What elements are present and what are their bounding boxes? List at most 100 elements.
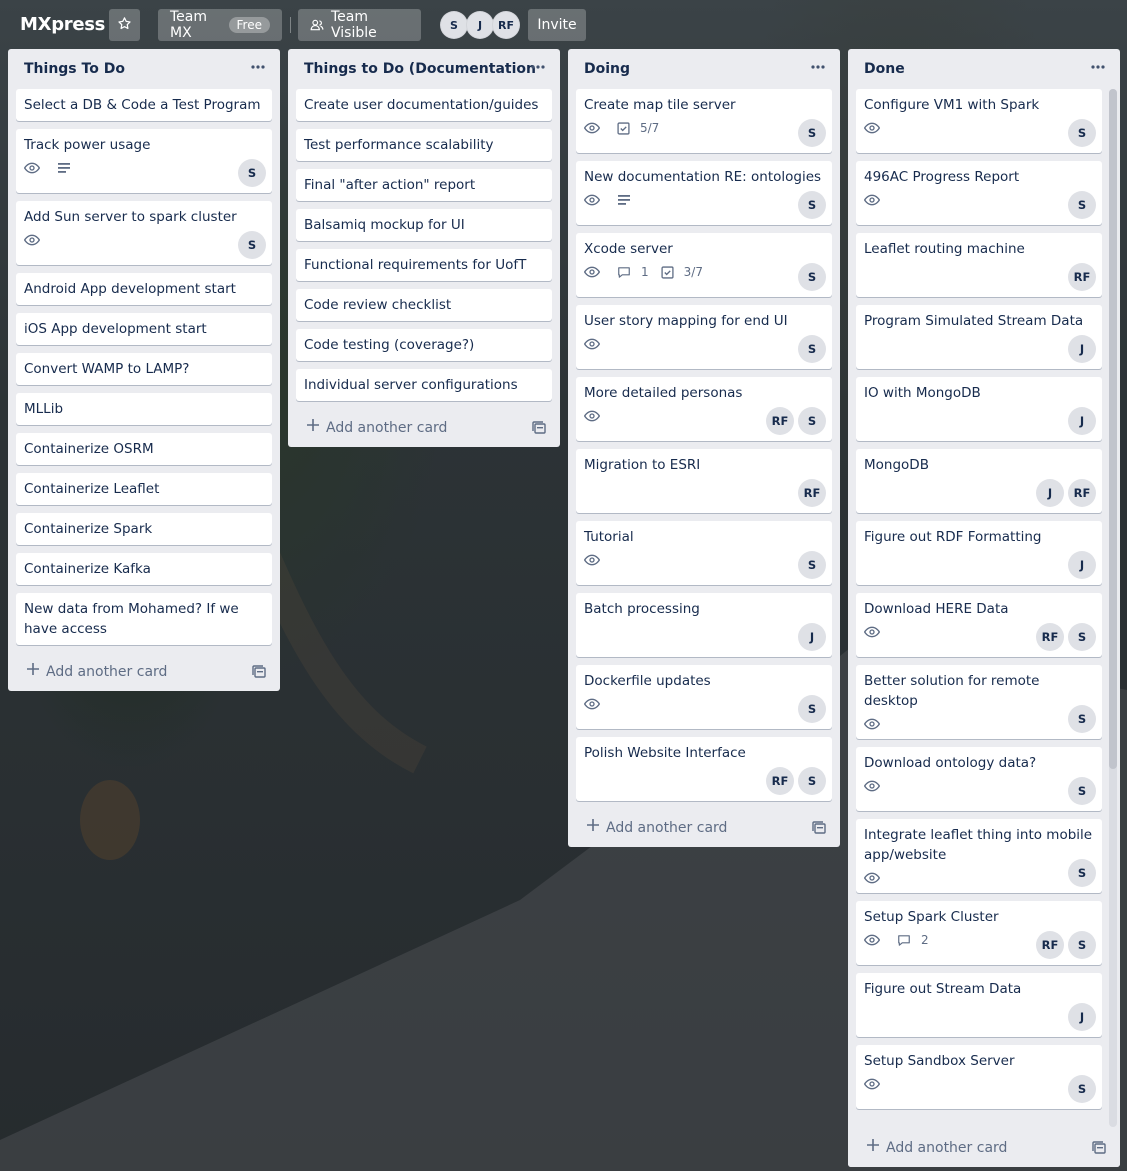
card[interactable]: New documentation RE: ontologies S bbox=[576, 161, 832, 225]
member-avatar[interactable]: S bbox=[1068, 1075, 1096, 1103]
card[interactable]: Configure VM1 with Spark S bbox=[856, 89, 1102, 153]
card[interactable]: Better solution for remote desktop S bbox=[856, 665, 1102, 739]
card[interactable]: Setup Spark Cluster 2 RF S bbox=[856, 901, 1102, 965]
card[interactable]: Containerize Leaflet bbox=[16, 473, 272, 505]
card[interactable]: Setup Sandbox Server S bbox=[856, 1045, 1102, 1109]
list-title[interactable]: Things to Do (Documentation bbox=[304, 61, 536, 77]
card[interactable]: Batch processing J bbox=[576, 593, 832, 657]
list-menu-icon[interactable] bbox=[1088, 57, 1108, 77]
member-avatar[interactable]: S bbox=[798, 263, 826, 291]
list-scrollbar[interactable] bbox=[1109, 89, 1117, 1127]
card[interactable]: Migration to ESRI RF bbox=[576, 449, 832, 513]
member-avatar[interactable]: S bbox=[798, 695, 826, 723]
member-avatar[interactable]: S bbox=[1068, 119, 1096, 147]
card[interactable]: Final "after action" report bbox=[296, 169, 552, 201]
member-avatar[interactable]: RF bbox=[1068, 263, 1096, 291]
card[interactable]: Android App development start bbox=[16, 273, 272, 305]
add-card-button[interactable]: Add another card bbox=[8, 653, 280, 691]
card[interactable]: Polish Website Interface RF S bbox=[576, 737, 832, 801]
card[interactable]: Track power usage S bbox=[16, 129, 272, 193]
member-avatar[interactable]: S bbox=[798, 407, 826, 435]
member-avatar[interactable]: J bbox=[1068, 551, 1096, 579]
member-avatar[interactable]: S bbox=[1068, 191, 1096, 219]
member-avatar[interactable]: RF bbox=[492, 11, 520, 39]
list-scroll-thumb[interactable] bbox=[1109, 89, 1117, 769]
card[interactable]: Integrate leaflet thing into mobile app/… bbox=[856, 819, 1102, 893]
add-card-button[interactable]: Add another card bbox=[288, 409, 560, 447]
card[interactable]: Convert WAMP to LAMP? bbox=[16, 353, 272, 385]
card[interactable]: Functional requirements for UofT bbox=[296, 249, 552, 281]
card[interactable]: Code testing (coverage?) bbox=[296, 329, 552, 361]
member-avatar[interactable]: S bbox=[1068, 705, 1096, 733]
list-header[interactable]: Things To Do bbox=[8, 49, 280, 89]
member-avatar[interactable]: RF bbox=[766, 407, 794, 435]
member-avatar[interactable]: J bbox=[1036, 479, 1064, 507]
member-avatar[interactable]: RF bbox=[766, 767, 794, 795]
member-avatar[interactable]: RF bbox=[798, 479, 826, 507]
member-avatar[interactable]: S bbox=[798, 335, 826, 363]
star-board-button[interactable] bbox=[109, 9, 140, 41]
card[interactable]: Dockerfile updates S bbox=[576, 665, 832, 729]
member-avatar[interactable]: S bbox=[798, 191, 826, 219]
card[interactable]: Code review checklist bbox=[296, 289, 552, 321]
card[interactable]: More detailed personas RF S bbox=[576, 377, 832, 441]
member-avatar[interactable]: S bbox=[798, 119, 826, 147]
card[interactable]: MongoDB J RF bbox=[856, 449, 1102, 513]
card-template-icon[interactable] bbox=[532, 421, 546, 438]
member-avatar[interactable]: J bbox=[1068, 1003, 1096, 1031]
list-title[interactable]: Done bbox=[864, 61, 905, 77]
list-menu-icon[interactable] bbox=[528, 57, 548, 77]
team-button[interactable]: Team MX Free bbox=[158, 9, 282, 41]
member-avatar[interactable]: J bbox=[1068, 335, 1096, 363]
member-avatar[interactable]: S bbox=[798, 551, 826, 579]
member-avatar[interactable]: S bbox=[1068, 623, 1096, 651]
member-avatar[interactable]: S bbox=[238, 231, 266, 259]
visibility-button[interactable]: Team Visible bbox=[298, 9, 421, 41]
add-card-button[interactable]: Add another card bbox=[568, 809, 840, 847]
member-avatar[interactable]: S bbox=[1068, 859, 1096, 887]
member-avatar[interactable]: S bbox=[238, 159, 266, 187]
list-menu-icon[interactable] bbox=[808, 57, 828, 77]
member-avatar[interactable]: RF bbox=[1036, 931, 1064, 959]
card[interactable]: IO with MongoDB J bbox=[856, 377, 1102, 441]
member-avatar[interactable]: RF bbox=[1068, 479, 1096, 507]
card[interactable]: Xcode server 1 3/7 S bbox=[576, 233, 832, 297]
card[interactable]: Tutorial S bbox=[576, 521, 832, 585]
card-template-icon[interactable] bbox=[812, 821, 826, 838]
member-avatar[interactable]: J bbox=[798, 623, 826, 651]
card[interactable]: Select a DB & Code a Test Program bbox=[16, 89, 272, 121]
card-template-icon[interactable] bbox=[252, 665, 266, 682]
card[interactable]: Balsamiq mockup for UI bbox=[296, 209, 552, 241]
card[interactable]: Figure out Stream Data J bbox=[856, 973, 1102, 1037]
card[interactable]: Containerize Kafka bbox=[16, 553, 272, 585]
card[interactable]: Add Sun server to spark cluster S bbox=[16, 201, 272, 265]
member-avatar[interactable]: J bbox=[1068, 407, 1096, 435]
card[interactable]: Containerize Spark bbox=[16, 513, 272, 545]
board-name[interactable]: MXpress bbox=[20, 14, 105, 35]
card[interactable]: MLLib bbox=[16, 393, 272, 425]
card[interactable]: Program Simulated Stream Data J bbox=[856, 305, 1102, 369]
card[interactable]: New data from Mohamed? If we have access bbox=[16, 593, 272, 645]
add-card-button[interactable]: Add another card bbox=[848, 1129, 1120, 1167]
card[interactable]: Create user documentation/guides bbox=[296, 89, 552, 121]
card[interactable]: 496AC Progress Report S bbox=[856, 161, 1102, 225]
member-avatar[interactable]: J bbox=[466, 11, 494, 39]
invite-button[interactable]: Invite bbox=[528, 9, 586, 41]
member-avatar[interactable]: RF bbox=[1036, 623, 1064, 651]
list-title[interactable]: Things To Do bbox=[24, 61, 125, 77]
member-avatar[interactable]: S bbox=[1068, 777, 1096, 805]
list-header[interactable]: Doing bbox=[568, 49, 840, 89]
card[interactable]: Individual server configurations bbox=[296, 369, 552, 401]
card-template-icon[interactable] bbox=[1092, 1141, 1106, 1158]
card[interactable]: Containerize OSRM bbox=[16, 433, 272, 465]
card[interactable]: Figure out RDF Formatting J bbox=[856, 521, 1102, 585]
list-header[interactable]: Done bbox=[848, 49, 1120, 89]
card[interactable]: Leaflet routing machine RF bbox=[856, 233, 1102, 297]
list-menu-icon[interactable] bbox=[248, 57, 268, 77]
list-header[interactable]: Things to Do (Documentation bbox=[288, 49, 560, 89]
member-avatar[interactable]: S bbox=[798, 767, 826, 795]
member-avatar[interactable]: S bbox=[440, 11, 468, 39]
card[interactable]: Download ontology data? S bbox=[856, 747, 1102, 811]
card[interactable]: Test performance scalability bbox=[296, 129, 552, 161]
card[interactable]: Create map tile server 5/7 S bbox=[576, 89, 832, 153]
